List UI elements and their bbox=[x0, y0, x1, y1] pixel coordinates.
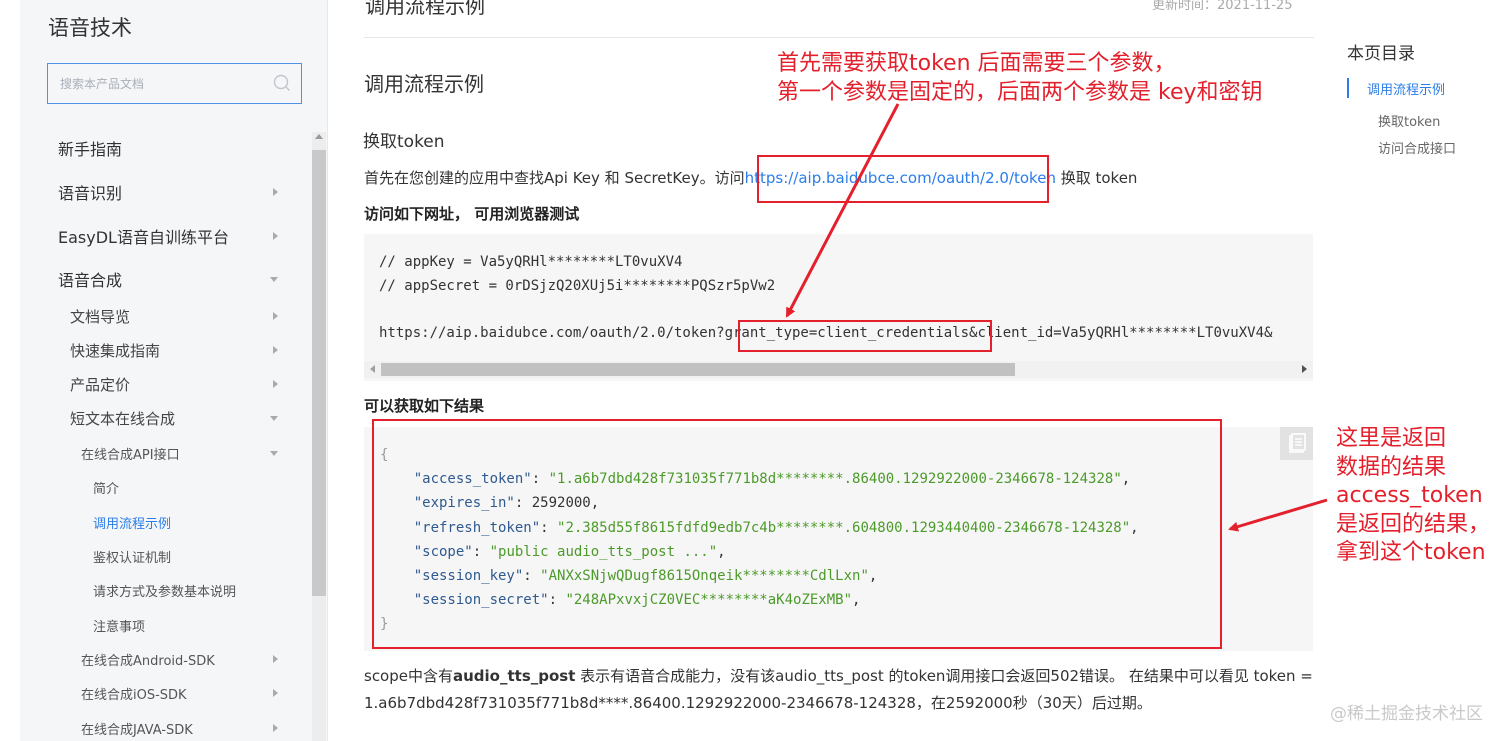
annotation-arrows bbox=[785, 103, 1328, 532]
watermark: @稀土掘金技术社区 bbox=[1330, 704, 1483, 724]
arrow-to-grant-type bbox=[785, 103, 900, 318]
arrow-to-result bbox=[1228, 498, 1328, 532]
